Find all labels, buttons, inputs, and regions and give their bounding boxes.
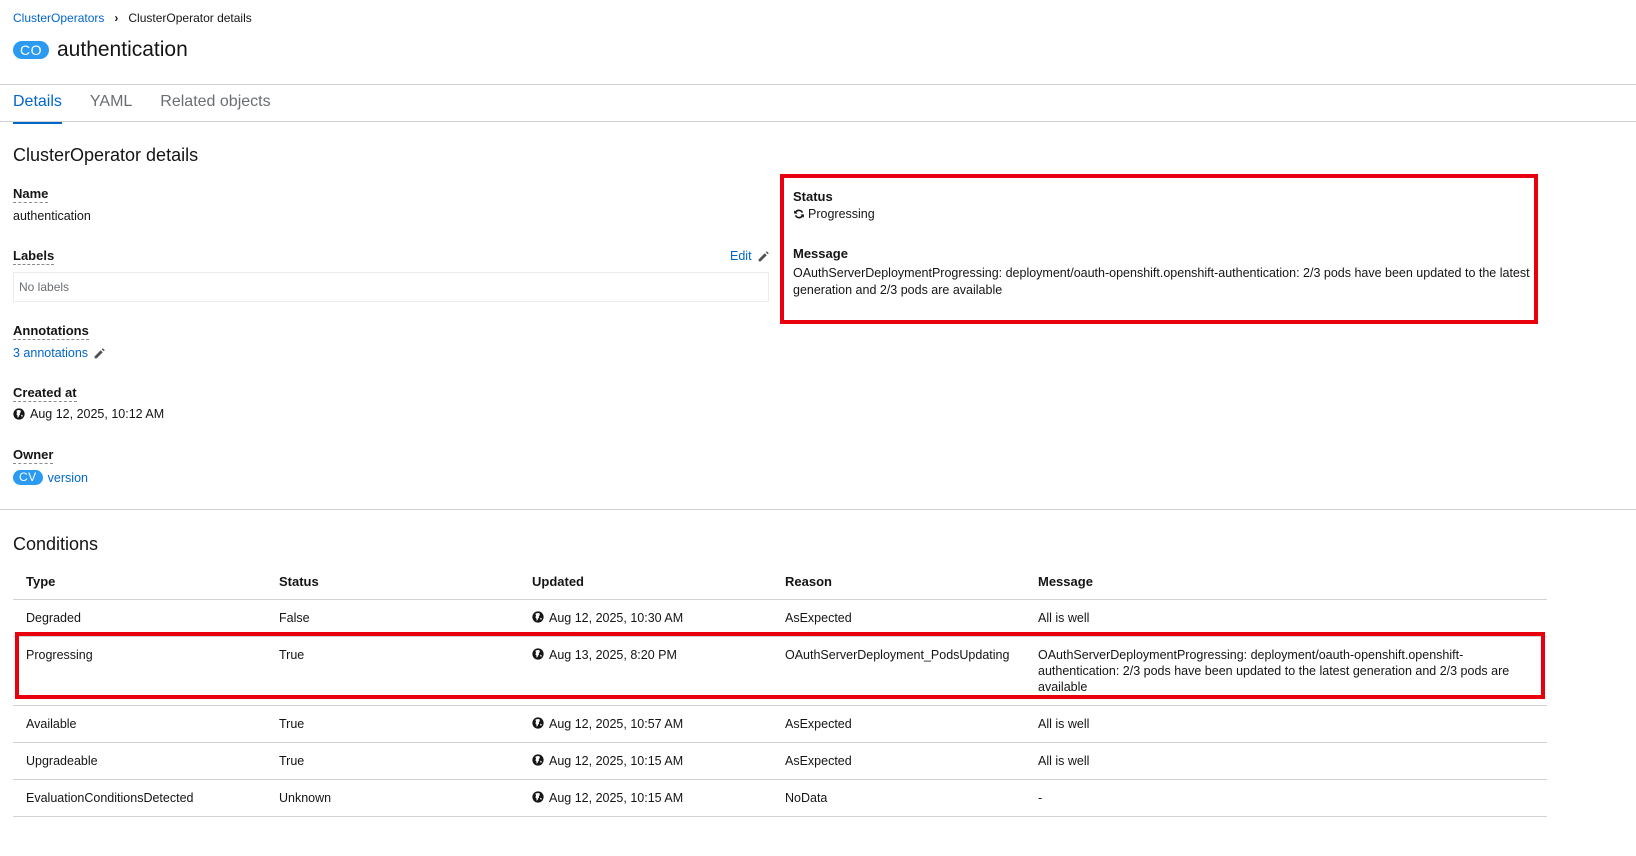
- annotations-label: Annotations: [13, 323, 89, 340]
- condition-type: Available: [13, 705, 266, 743]
- breadcrumb-clusteroperators-link[interactable]: ClusterOperators: [13, 11, 104, 25]
- status-label: Status: [793, 189, 833, 204]
- table-row: Upgradeable True Aug 12, 2025, 10:15 AM …: [13, 742, 1547, 780]
- condition-updated: Aug 12, 2025, 10:30 AM: [519, 599, 772, 637]
- globe-icon: [13, 408, 25, 420]
- table-row: EvaluationConditionsDetected Unknown Aug…: [13, 779, 1547, 817]
- condition-updated-text: Aug 12, 2025, 10:30 AM: [549, 611, 684, 625]
- page-header: CO authentication: [13, 38, 188, 62]
- labels-box[interactable]: No labels: [13, 272, 769, 302]
- condition-status: True: [266, 636, 519, 706]
- details-section-title: ClusterOperator details: [13, 145, 199, 165]
- condition-reason: OAuthServerDeployment_PodsUpdating: [772, 636, 1025, 706]
- column-header-status[interactable]: Status: [266, 566, 519, 600]
- condition-updated-text: Aug 12, 2025, 10:15 AM: [549, 754, 684, 768]
- labels-empty-text: No labels: [19, 280, 70, 294]
- condition-message: All is well: [1025, 742, 1547, 780]
- condition-message: All is well: [1025, 705, 1547, 743]
- chevron-right-icon: ›: [114, 11, 119, 25]
- labels-edit-label: Edit: [730, 249, 752, 263]
- column-header-reason[interactable]: Reason: [772, 566, 1025, 600]
- sync-icon: [794, 209, 804, 219]
- annotations-link[interactable]: 3 annotations: [13, 346, 106, 360]
- globe-icon: [532, 754, 544, 766]
- breadcrumb: ClusterOperators › ClusterOperator detai…: [13, 11, 252, 25]
- owner-label: Owner: [13, 447, 54, 464]
- condition-type: Degraded: [13, 599, 266, 637]
- tab-related-objects[interactable]: Related objects: [160, 92, 270, 122]
- globe-icon: [532, 611, 544, 623]
- annotations-link-text: 3 annotations: [13, 346, 89, 360]
- condition-message: OAuthServerDeploymentProgressing: deploy…: [1025, 636, 1547, 706]
- condition-updated: Aug 12, 2025, 10:15 AM: [519, 742, 772, 780]
- column-header-type[interactable]: Type: [13, 566, 266, 600]
- resource-badge: CO: [13, 41, 49, 59]
- condition-status: False: [266, 599, 519, 637]
- column-header-updated[interactable]: Updated: [519, 566, 772, 600]
- conditions-section-title: Conditions: [13, 534, 99, 554]
- table-row: Progressing True Aug 13, 2025, 8:20 PM O…: [13, 636, 1547, 706]
- condition-type: EvaluationConditionsDetected: [13, 779, 266, 817]
- created-at-label: Created at: [13, 385, 77, 402]
- tabs-divider: [0, 121, 1636, 122]
- conditions-table: Type Status Updated Reason Message Degra…: [13, 566, 1547, 817]
- table-row: Degraded False Aug 12, 2025, 10:30 AM As…: [13, 599, 1547, 637]
- status-message-highlight: Status Progressing Message OAuthServerDe…: [780, 174, 1538, 324]
- condition-reason: AsExpected: [772, 599, 1025, 637]
- pencil-icon: [94, 347, 105, 358]
- message-value: OAuthServerDeploymentProgressing: deploy…: [793, 266, 1530, 297]
- condition-message: All is well: [1025, 599, 1547, 637]
- status-text: Progressing: [808, 207, 875, 221]
- owner-badge: CV: [13, 470, 43, 485]
- name-label: Name: [13, 186, 49, 203]
- conditions-divider: [0, 509, 1636, 510]
- condition-reason: AsExpected: [772, 705, 1025, 743]
- globe-icon: [532, 791, 544, 803]
- page-title: authentication: [57, 38, 188, 61]
- breadcrumb-current: ClusterOperator details: [128, 11, 252, 25]
- table-row: Available True Aug 12, 2025, 10:57 AM As…: [13, 705, 1547, 743]
- globe-icon: [532, 648, 544, 660]
- header-divider: [0, 84, 1636, 85]
- condition-updated-text: Aug 13, 2025, 8:20 PM: [549, 648, 677, 662]
- tab-details[interactable]: Details: [13, 92, 62, 124]
- column-header-message[interactable]: Message: [1025, 566, 1547, 600]
- globe-icon: [532, 717, 544, 729]
- condition-status: True: [266, 742, 519, 780]
- condition-reason: NoData: [772, 779, 1025, 817]
- created-at-text: Aug 12, 2025, 10:12 AM: [30, 407, 165, 421]
- owner-version-link[interactable]: version: [48, 471, 88, 485]
- status-value: Progressing: [793, 207, 875, 221]
- condition-updated-text: Aug 12, 2025, 10:15 AM: [549, 791, 684, 805]
- condition-updated-text: Aug 12, 2025, 10:57 AM: [549, 717, 684, 731]
- condition-updated: Aug 13, 2025, 8:20 PM: [519, 636, 772, 706]
- condition-type: Progressing: [13, 636, 266, 706]
- condition-updated: Aug 12, 2025, 10:15 AM: [519, 779, 772, 817]
- tab-yaml[interactable]: YAML: [90, 92, 132, 122]
- table-header-row: Type Status Updated Reason Message: [13, 566, 1547, 600]
- created-at-value: Aug 12, 2025, 10:12 AM: [13, 407, 164, 421]
- tab-bar: Details YAML Related objects: [13, 92, 299, 124]
- condition-reason: AsExpected: [772, 742, 1025, 780]
- name-value: authentication: [13, 209, 91, 223]
- condition-type: Upgradeable: [13, 742, 266, 780]
- message-label: Message: [793, 246, 848, 261]
- condition-updated: Aug 12, 2025, 10:57 AM: [519, 705, 772, 743]
- labels-label: Labels: [13, 248, 55, 265]
- condition-status: Unknown: [266, 779, 519, 817]
- condition-message: -: [1025, 779, 1547, 817]
- labels-edit-button[interactable]: Edit: [730, 249, 770, 263]
- owner-value: CV version: [13, 470, 88, 485]
- pencil-icon: [758, 250, 769, 261]
- condition-status: True: [266, 705, 519, 743]
